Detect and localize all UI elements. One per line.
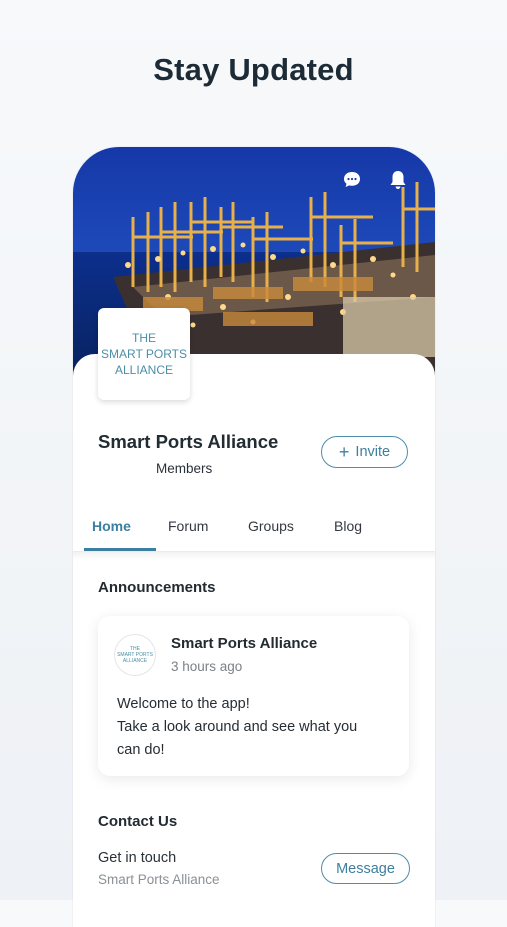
plus-icon: +: [338, 442, 350, 462]
logo-line: THE: [132, 331, 156, 345]
post-author[interactable]: Smart Ports Alliance: [171, 635, 317, 652]
invite-button[interactable]: + Invite: [321, 436, 408, 468]
post-body-line: Take a look around and see what you: [117, 719, 358, 735]
members-link[interactable]: Members: [156, 461, 212, 476]
tab-groups[interactable]: Groups: [248, 518, 294, 534]
page-headline: Stay Updated: [153, 52, 354, 87]
announcements-title: Announcements: [98, 579, 216, 596]
tab-bar: Home Forum Groups Blog: [73, 507, 435, 552]
tab-blog[interactable]: Blog: [334, 518, 362, 534]
contact-heading: Get in touch: [98, 850, 177, 866]
bell-icon[interactable]: [387, 169, 409, 191]
post-body-line: can do!: [117, 742, 165, 758]
group-logo: THE SMART PORTS ALLIANCE: [98, 308, 190, 400]
message-button[interactable]: Message: [321, 853, 410, 884]
avatar-line: ALLIANCE: [122, 658, 148, 664]
avatar: THE SMART PORTS ALLIANCE: [114, 634, 156, 676]
tab-forum[interactable]: Forum: [168, 518, 208, 534]
tab-bar-shadow: [73, 552, 435, 560]
group-name: Smart Ports Alliance: [98, 431, 279, 452]
contact-subtext: Smart Ports Alliance: [98, 872, 220, 887]
logo-line: SMART PORTS: [100, 347, 188, 361]
header-icons: [341, 169, 409, 191]
invite-label: Invite: [355, 444, 391, 460]
chat-icon[interactable]: [341, 169, 363, 191]
announcement-post[interactable]: THE SMART PORTS ALLIANCE Smart Ports All…: [98, 616, 409, 776]
contact-title: Contact Us: [98, 813, 178, 830]
phone-screen: THE SMART PORTS ALLIANCE Smart Ports All…: [73, 147, 435, 927]
logo-line: ALLIANCE: [114, 363, 174, 377]
tab-home[interactable]: Home: [92, 518, 131, 534]
post-timestamp: 3 hours ago: [171, 659, 243, 674]
active-tab-indicator: [84, 548, 156, 551]
post-body: Welcome to the app! Take a look around a…: [117, 693, 397, 762]
post-body-line: Welcome to the app!: [117, 696, 250, 712]
